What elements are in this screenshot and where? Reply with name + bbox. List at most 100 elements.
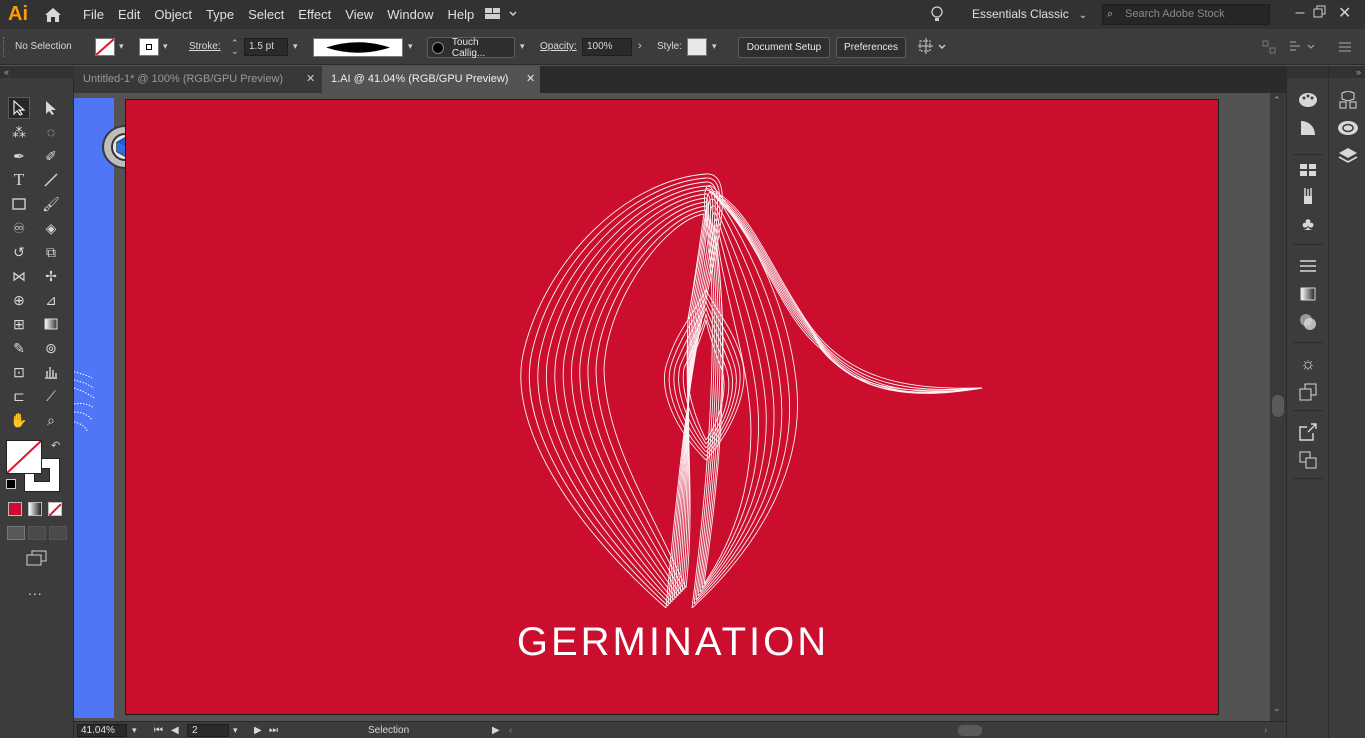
stock-search-input[interactable]: ⌕ Search Adobe Stock: [1102, 4, 1270, 25]
scroll-up-icon[interactable]: ⌃: [1273, 95, 1281, 106]
paintbrush-tool-icon[interactable]: 🖌: [40, 193, 62, 215]
properties-icon[interactable]: [1337, 90, 1359, 110]
brush-definition[interactable]: Touch Callig...: [427, 37, 515, 59]
menu-view[interactable]: View: [338, 0, 380, 29]
workspace-switcher[interactable]: Essentials Classic ⌄: [972, 0, 1087, 29]
color-mode-icon[interactable]: [8, 502, 22, 516]
shape-builder-tool-icon[interactable]: ⊕: [8, 289, 30, 311]
menu-type[interactable]: Type: [199, 0, 241, 29]
minimize-icon[interactable]: –: [1287, 0, 1313, 29]
opacity-field[interactable]: 100%: [582, 38, 632, 56]
symbols-icon[interactable]: ♣: [1297, 214, 1319, 234]
collapse-icon[interactable]: »: [1329, 66, 1365, 78]
width-tool-icon[interactable]: ⋈: [8, 265, 30, 287]
isolate-icon[interactable]: [1288, 40, 1316, 59]
color-icon[interactable]: [1297, 90, 1319, 110]
last-artboard-icon[interactable]: ⏭: [269, 725, 278, 736]
gradient-mode-icon[interactable]: [28, 502, 42, 516]
lasso-tool-icon[interactable]: ◌: [40, 121, 62, 143]
status-menu-icon[interactable]: ▶: [492, 725, 500, 736]
document-setup-button[interactable]: Document Setup: [738, 37, 830, 58]
export-icon[interactable]: [1297, 422, 1319, 442]
stroke-weight-field[interactable]: 1.5 pt: [244, 38, 288, 56]
menu-help[interactable]: Help: [440, 0, 481, 29]
none-mode-icon[interactable]: [48, 502, 62, 517]
horizontal-scroll-thumb[interactable]: [958, 725, 982, 736]
stroke-swatch[interactable]: [139, 38, 159, 56]
slice-tool-icon[interactable]: ⟋: [40, 385, 62, 407]
eyedropper-tool-icon[interactable]: ✎: [8, 337, 30, 359]
selection-tool-icon[interactable]: [8, 97, 30, 119]
puppet-warp-tool-icon[interactable]: ✢: [40, 265, 62, 287]
scale-tool-icon[interactable]: ⧉: [40, 241, 62, 263]
close-tab-icon[interactable]: ✕: [526, 66, 535, 93]
tab-1-ai[interactable]: 1.AI @ 41.04% (RGB/GPU Preview) ✕: [322, 66, 540, 93]
scroll-right-icon[interactable]: ›: [1264, 725, 1267, 736]
graphic-styles-icon[interactable]: [1297, 382, 1319, 402]
gradient-panel-icon[interactable]: [1297, 284, 1319, 304]
hand-tool-icon[interactable]: ✋: [8, 409, 30, 431]
home-icon[interactable]: [36, 0, 70, 29]
appearance-icon[interactable]: ☼: [1297, 354, 1319, 374]
chevron-down-icon[interactable]: ▾: [293, 41, 298, 52]
line-tool-icon[interactable]: [40, 169, 62, 191]
zoom-tool-icon[interactable]: ⌕: [40, 409, 62, 431]
screen-mode-icon[interactable]: [26, 550, 48, 571]
artboards-icon[interactable]: [1297, 450, 1319, 470]
variable-width-profile[interactable]: [313, 38, 403, 57]
style-swatch[interactable]: [687, 38, 707, 56]
rotate-tool-icon[interactable]: ↺: [8, 241, 30, 263]
stepper-icon[interactable]: ⌃ ⌄: [231, 39, 239, 56]
curvature-tool-icon[interactable]: ✐: [40, 145, 62, 167]
grip-icon[interactable]: [3, 37, 5, 57]
menu-effect[interactable]: Effect: [291, 0, 338, 29]
menu-window[interactable]: Window: [380, 0, 440, 29]
layers-icon[interactable]: [1337, 146, 1359, 166]
chevron-down-icon[interactable]: ▾: [233, 725, 238, 736]
symbol-sprayer-tool-icon[interactable]: ⊡: [8, 361, 30, 383]
edit-toolbar-icon[interactable]: ...: [28, 582, 43, 598]
previous-artboard-icon[interactable]: ◀: [171, 725, 179, 736]
vertical-scroll-thumb[interactable]: [1272, 395, 1284, 417]
transparency-icon[interactable]: [1297, 312, 1319, 332]
panel-menu-icon[interactable]: [1338, 40, 1352, 59]
chevron-down-icon[interactable]: ▾: [712, 41, 717, 52]
close-window-icon[interactable]: ✕: [1338, 3, 1351, 23]
lightbulb-icon[interactable]: [930, 6, 944, 29]
fill-color-box[interactable]: [6, 440, 42, 474]
chevron-down-icon[interactable]: ▾: [119, 41, 124, 52]
menu-object[interactable]: Object: [147, 0, 199, 29]
libraries-icon[interactable]: [1337, 118, 1359, 138]
column-graph-tool-icon[interactable]: [40, 361, 62, 383]
direct-selection-tool-icon[interactable]: [40, 97, 62, 119]
collapse-icon[interactable]: «: [0, 66, 74, 78]
tab-untitled-1[interactable]: Untitled-1* @ 100% (RGB/GPU Preview) ✕: [74, 66, 322, 93]
pen-tool-icon[interactable]: ✒: [8, 145, 30, 167]
menu-edit[interactable]: Edit: [111, 0, 147, 29]
swap-colors-icon[interactable]: ↶: [51, 439, 60, 452]
chevron-right-icon[interactable]: ›: [638, 40, 642, 52]
brushes-icon[interactable]: [1297, 186, 1319, 206]
chevron-down-icon[interactable]: ▾: [520, 41, 525, 52]
artboard[interactable]: GERMINATION: [125, 99, 1219, 715]
restore-icon[interactable]: [1313, 5, 1327, 24]
rectangle-tool-icon[interactable]: [8, 193, 30, 215]
chevron-down-icon[interactable]: ▾: [163, 41, 168, 52]
scroll-left-icon[interactable]: ‹: [509, 725, 512, 736]
preferences-button[interactable]: Preferences: [836, 37, 906, 58]
stroke-panel-icon[interactable]: [1297, 256, 1319, 276]
first-artboard-icon[interactable]: ⏮: [154, 725, 163, 736]
artboard-number-field[interactable]: 2: [187, 724, 229, 737]
blend-tool-icon[interactable]: ⊚: [40, 337, 62, 359]
arrange-icon[interactable]: [917, 38, 947, 61]
arrange-documents-icon[interactable]: [485, 7, 517, 26]
draw-normal-icon[interactable]: [7, 526, 25, 540]
menu-file[interactable]: File: [76, 0, 111, 29]
next-artboard-icon[interactable]: ▶: [254, 725, 262, 736]
vertical-scrollbar[interactable]: ⌃ ⌄: [1270, 93, 1286, 721]
close-tab-icon[interactable]: ✕: [306, 66, 315, 93]
zoom-field[interactable]: 41.04%: [77, 724, 127, 737]
default-colors-icon[interactable]: [6, 479, 16, 489]
shaper-tool-icon[interactable]: ♾: [8, 217, 30, 239]
stroke-label[interactable]: Stroke:: [189, 41, 221, 52]
